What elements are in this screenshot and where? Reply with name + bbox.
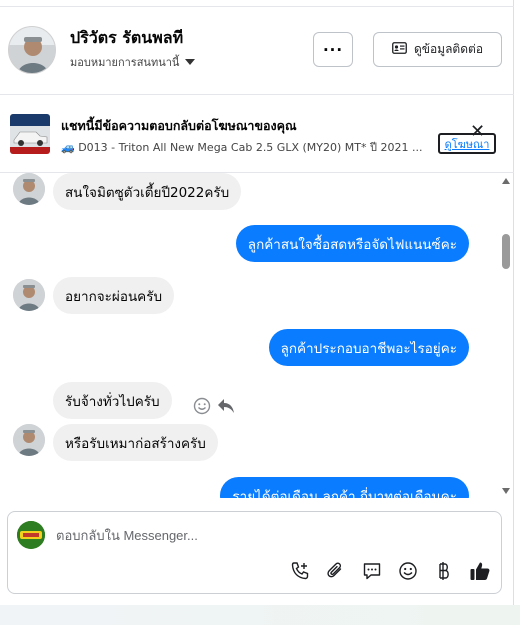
emoji-icon[interactable] <box>396 559 420 583</box>
assign-dropdown[interactable]: มอบหมายการสนทนานี้ <box>70 53 196 71</box>
baht-icon[interactable] <box>432 559 456 583</box>
more-options-button[interactable]: ··· <box>313 32 353 67</box>
conversation-header: ปริวัตร รัตนพลที มอบหมายการสนทนานี้ ··· … <box>0 0 514 95</box>
ad-banner-subtitle: 🚙 D013 - Triton All New Mega Cab 2.5 GLX… <box>61 141 423 154</box>
ad-thumbnail[interactable] <box>10 114 50 154</box>
message-list: สนใจมิตซูตัวเตี้ยปี2022ครับ ลูกค้าสนใจซื… <box>0 173 500 498</box>
thumbs-up-icon[interactable] <box>468 559 492 583</box>
message-bubble[interactable]: รับจ้างทั่วไปครับ <box>53 382 172 419</box>
close-icon[interactable]: ✕ <box>470 123 485 141</box>
message-bubble[interactable]: อยากจะผ่อนครับ <box>53 277 175 314</box>
message-bubble[interactable]: หรือรับเหมาก่อสร้างครับ <box>53 424 218 461</box>
avatar <box>13 173 45 205</box>
ad-reply-banner: แชทนี้มีข้อความตอบกลับต่อโฆษณาของคุณ 🚙 D… <box>0 95 514 173</box>
paperclip-icon[interactable] <box>324 559 348 583</box>
avatar[interactable] <box>8 26 56 74</box>
page-background-strip <box>0 605 520 625</box>
conversation-panel: ปริวัตร รัตนพลที มอบหมายการสนทนานี้ ··· … <box>0 0 514 605</box>
more-label: ··· <box>322 40 344 59</box>
scroll-down-arrow[interactable] <box>502 488 510 494</box>
caret-down-icon <box>185 56 196 69</box>
react-emoji-icon[interactable] <box>193 397 211 419</box>
avatar <box>13 424 45 456</box>
saved-reply-icon[interactable] <box>360 559 384 583</box>
scrollbar-thumb[interactable] <box>502 234 510 269</box>
contact-name[interactable]: ปริวัตร รัตนพลที <box>70 26 183 51</box>
message-bubble[interactable]: สนใจมิตซูตัวเตี้ยปี2022ครับ <box>53 173 242 210</box>
message-actions <box>193 397 235 419</box>
view-contact-button[interactable]: ดูข้อมูลติดต่อ <box>373 32 502 67</box>
message-bubble[interactable]: รายได้ต่อเดือน ลูกค้า กี่บาทต่อเดือนคะ <box>220 477 469 498</box>
scroll-up-arrow[interactable] <box>502 178 510 184</box>
view-ad-link[interactable]: ดูโฆษณา <box>438 133 496 154</box>
message-bubble[interactable]: ลูกค้าสนใจซื้อสดหรือจัดไฟแนนซ์คะ <box>235 225 469 262</box>
reply-icon[interactable] <box>217 398 235 418</box>
divider <box>0 6 514 7</box>
ad-banner-title: แชทนี้มีข้อความตอบกลับต่อโฆษณาของคุณ <box>61 118 297 133</box>
assign-label: มอบหมายการสนทนานี้ <box>70 56 180 69</box>
view-contact-label: ดูข้อมูลติดต่อ <box>413 42 484 56</box>
call-add-icon[interactable] <box>288 559 312 583</box>
message-bubble[interactable]: ลูกค้าประกอบอาชีพอะไรอยู่คะ <box>268 329 469 366</box>
composer-toolbar <box>288 559 492 583</box>
reply-input[interactable] <box>56 524 456 546</box>
reply-composer <box>7 511 502 594</box>
avatar <box>13 279 45 311</box>
contact-card-icon <box>392 42 407 57</box>
page-avatar <box>17 521 45 549</box>
